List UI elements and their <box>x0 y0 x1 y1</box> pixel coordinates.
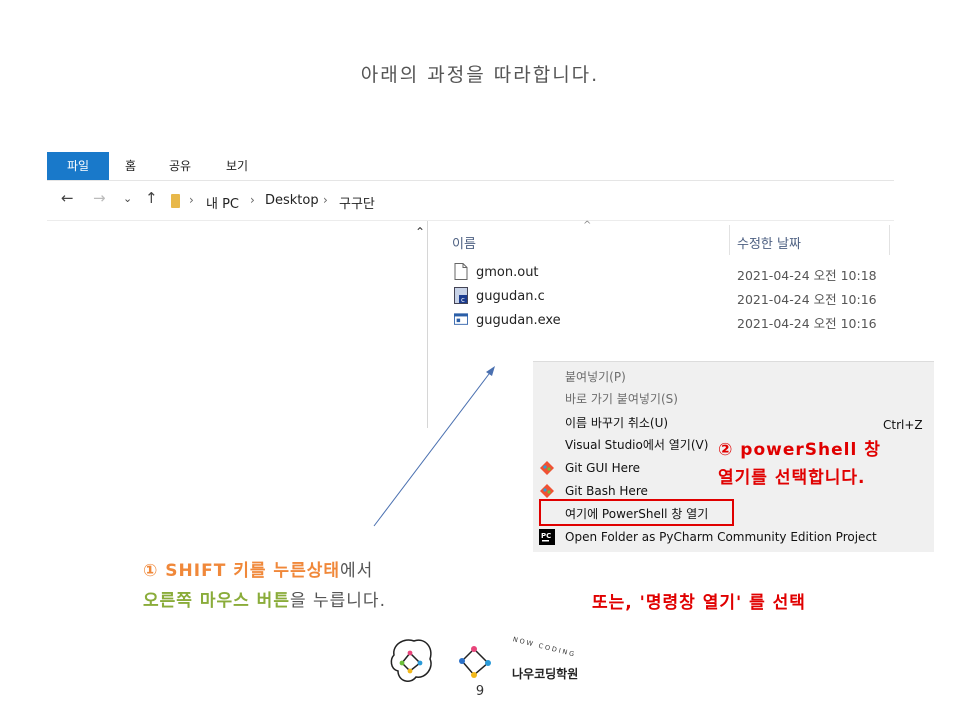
breadcrumb-gugudan[interactable]: 구구단 <box>339 193 375 212</box>
address-bar-row: ← → ⌄ ↑ › 내 PC › Desktop › 구구단 <box>47 180 894 221</box>
sort-caret-icon: ^ <box>583 220 592 231</box>
file-row[interactable]: c gugudan.c 2021-04-24 오전 10:16 <box>452 286 892 308</box>
back-arrow-icon[interactable]: ← <box>61 189 74 207</box>
tab-share[interactable]: 공유 <box>169 152 191 180</box>
exe-file-icon <box>454 313 468 325</box>
step1-instruction-line2: 오른쪽 마우스 버튼을 누릅니다. <box>143 586 386 611</box>
pycharm-icon: PC <box>539 529 555 545</box>
file-date: 2021-04-24 오전 10:18 <box>737 268 877 283</box>
recent-dropdown-icon[interactable]: ⌄ <box>123 192 132 205</box>
git-icon <box>540 461 554 475</box>
svg-text:PC: PC <box>541 532 551 540</box>
chevron-right-icon[interactable]: › <box>189 193 194 207</box>
file-name: gmon.out <box>476 265 539 280</box>
svg-text:c: c <box>461 296 465 304</box>
tab-home[interactable]: 홈 <box>125 152 136 180</box>
breadcrumb[interactable]: › 내 PC › Desktop › 구구단 <box>165 188 893 214</box>
git-icon <box>540 484 554 498</box>
ribbon-tabs: 파일 홈 공유 보기 <box>47 152 894 181</box>
file-name: gugudan.c <box>476 289 545 304</box>
tab-view[interactable]: 보기 <box>226 152 248 180</box>
step1-right-button-text: 오른쪽 마우스 버튼 <box>143 591 290 611</box>
page-number: 9 <box>475 684 485 699</box>
file-row[interactable]: gmon.out 2021-04-24 오전 10:18 <box>452 262 892 284</box>
tab-file[interactable]: 파일 <box>47 152 109 180</box>
column-modified-header[interactable]: 수정한 날짜 <box>737 233 801 252</box>
blank-file-icon <box>454 263 468 280</box>
step2-instruction-line2: 열기를 선택합니다. <box>718 468 866 488</box>
navigation-pane[interactable] <box>47 221 428 428</box>
chevron-right-icon[interactable]: › <box>250 193 255 207</box>
alternative-instruction: 또는, '명령창 열기' 를 선택 <box>592 593 806 613</box>
menu-item-open-pycharm[interactable]: Open Folder as PyCharm Community Edition… <box>565 526 877 548</box>
breadcrumb-desktop[interactable]: Desktop <box>265 193 319 208</box>
file-name: gugudan.exe <box>476 313 561 328</box>
powershell-highlight-box <box>539 499 734 526</box>
chevron-right-icon[interactable]: › <box>323 193 328 207</box>
column-header-row: 이름 수정한 날짜 <box>442 221 894 257</box>
c-source-file-icon: c <box>454 287 468 304</box>
column-name-header[interactable]: 이름 <box>452 233 476 252</box>
slide-title: 아래의 과정을 따라합니다. <box>360 64 600 86</box>
file-date: 2021-04-24 오전 10:16 <box>737 292 877 307</box>
up-arrow-icon[interactable]: ↑ <box>145 189 158 207</box>
scroll-up-caret-icon[interactable]: ⌃ <box>415 225 425 239</box>
file-row[interactable]: gugudan.exe 2021-04-24 오전 10:16 <box>452 310 892 332</box>
menu-item-git-gui[interactable]: Git GUI Here <box>565 457 640 479</box>
step1-suffix-text: 에서 <box>340 561 374 581</box>
step1-instruction-line1: ① SHIFT 키를 누른상태에서 <box>143 556 373 581</box>
forward-arrow-icon[interactable]: → <box>93 189 106 207</box>
step2-instruction-line1: ② powerShell 창 <box>718 440 881 460</box>
menu-item-paste[interactable]: 붙여넣기(P) <box>565 366 626 388</box>
step1-shift-text: ① SHIFT 키를 누른상태 <box>143 561 340 581</box>
folder-icon <box>171 194 180 208</box>
menu-item-paste-shortcut[interactable]: 바로 가기 붙여넣기(S) <box>565 388 678 410</box>
logo-name: 나우코딩학원 <box>512 667 579 681</box>
menu-item-undo-rename[interactable]: 이름 바꾸기 취소(U) <box>565 412 668 434</box>
file-date: 2021-04-24 오전 10:16 <box>737 316 877 331</box>
step1-press-text: 을 누릅니다. <box>289 591 386 611</box>
breadcrumb-this-pc[interactable]: 내 PC <box>206 193 239 212</box>
menu-shortcut-ctrl-z: Ctrl+Z <box>883 418 923 432</box>
menu-item-open-visual-studio[interactable]: Visual Studio에서 열기(V) <box>565 434 708 456</box>
